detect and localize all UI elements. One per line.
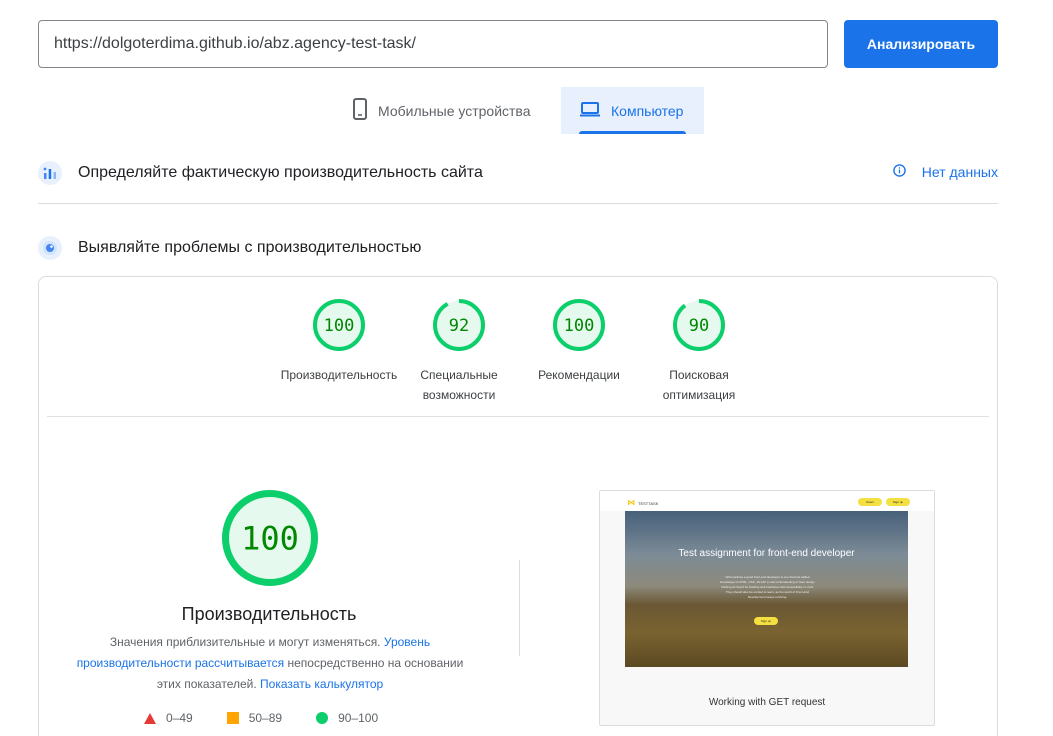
- section-divider: [38, 203, 998, 204]
- legend-fail: 0–49: [144, 711, 193, 725]
- gauge-ring: 92: [433, 299, 485, 351]
- url-input[interactable]: [38, 20, 828, 68]
- gauge-score: 90: [689, 316, 709, 336]
- gauge-label: Поисковая оптимизация: [662, 368, 736, 402]
- show-calculator-link[interactable]: Показать калькулятор: [260, 677, 383, 691]
- info-icon: [893, 164, 906, 180]
- screenshot-header: ⋈ TESTTASK Users Sign up: [600, 491, 934, 511]
- lighthouse-icon: [38, 236, 62, 260]
- field-data-title: Определяйте фактическую производительнос…: [78, 164, 483, 181]
- screenshot-caption: Working with GET request: [708, 697, 826, 708]
- legend-range: 90–100: [338, 711, 379, 725]
- gauge-seo[interactable]: 90 Поисковая оптимизация: [639, 299, 759, 405]
- report-card: 100 Производительность 92 Специальные во…: [38, 276, 998, 736]
- legend-pass: 90–100: [316, 711, 378, 725]
- square-icon: [226, 712, 239, 724]
- gauge-best-practices[interactable]: 100 Рекомендации: [519, 299, 639, 385]
- gauge-accessibility[interactable]: 92 Специальные возможности: [399, 299, 519, 405]
- final-screenshot[interactable]: ⋈ TESTTASK Users Sign up Test assignment …: [599, 490, 935, 726]
- screenshot-signup-button: Sign up: [886, 498, 910, 506]
- smartphone-icon: [352, 98, 368, 123]
- legend-range: 50–89: [248, 711, 283, 725]
- gauge-performance[interactable]: 100 Производительность: [279, 299, 399, 385]
- gauge-score: 92: [449, 316, 469, 336]
- screenshot-hero-signup: Sign up: [754, 617, 778, 625]
- screenshot-users-button: Users: [858, 498, 882, 506]
- gauge-score: 100: [241, 520, 299, 558]
- screenshot-hero-text: What defines a good front-end developer …: [720, 575, 815, 599]
- report-divider: [47, 416, 989, 417]
- performance-description: Значения приблизительные и могут изменят…: [69, 632, 471, 695]
- gauge-label: Рекомендации: [538, 368, 620, 382]
- gauge-ring: 100: [553, 299, 605, 351]
- screenshot-hero: Test assignment for front-end developer …: [625, 511, 908, 667]
- screenshot-logo: ⋈ TESTTASK: [627, 498, 659, 507]
- tab-desktop[interactable]: Компьютер: [561, 87, 704, 134]
- gauge-label: Специальные возможности: [420, 368, 498, 402]
- no-data-status[interactable]: Нет данных: [893, 164, 998, 180]
- no-data-label: Нет данных: [921, 164, 998, 180]
- legend-average: 50–89: [226, 711, 283, 725]
- lab-data-title: Выявляйте проблемы с производительностью: [78, 239, 422, 256]
- analyze-button[interactable]: Анализировать: [844, 20, 998, 68]
- lab-data-section: Выявляйте проблемы с производительностью: [38, 233, 998, 263]
- field-data-section: Определяйте фактическую производительнос…: [38, 158, 998, 188]
- tab-desktop-label: Компьютер: [611, 102, 684, 119]
- gauge-label: Производительность: [280, 368, 398, 382]
- desc-text-1: Значения приблизительные и могут изменят…: [109, 635, 381, 649]
- gauge-ring: 90: [673, 299, 725, 351]
- gauge-ring: 100: [313, 299, 365, 351]
- active-tab-indicator: [579, 131, 686, 134]
- legend-range: 0–49: [166, 711, 193, 725]
- laptop-icon: [579, 101, 601, 120]
- circle-icon: [316, 712, 329, 724]
- gauge-score: 100: [324, 316, 355, 336]
- vertical-separator: [519, 560, 520, 656]
- score-legend: 0–49 50–89 90–100: [144, 711, 378, 725]
- tab-mobile[interactable]: Мобильные устройства: [340, 87, 560, 134]
- gauge-score: 100: [564, 316, 595, 336]
- crux-icon: [38, 161, 62, 185]
- tab-mobile-label: Мобильные устройства: [378, 102, 531, 119]
- screenshot-hero-title: Test assignment for front-end developer: [678, 548, 855, 559]
- performance-title: Производительность: [181, 604, 357, 624]
- performance-gauge: 100: [222, 490, 318, 586]
- triangle-icon: [144, 712, 156, 724]
